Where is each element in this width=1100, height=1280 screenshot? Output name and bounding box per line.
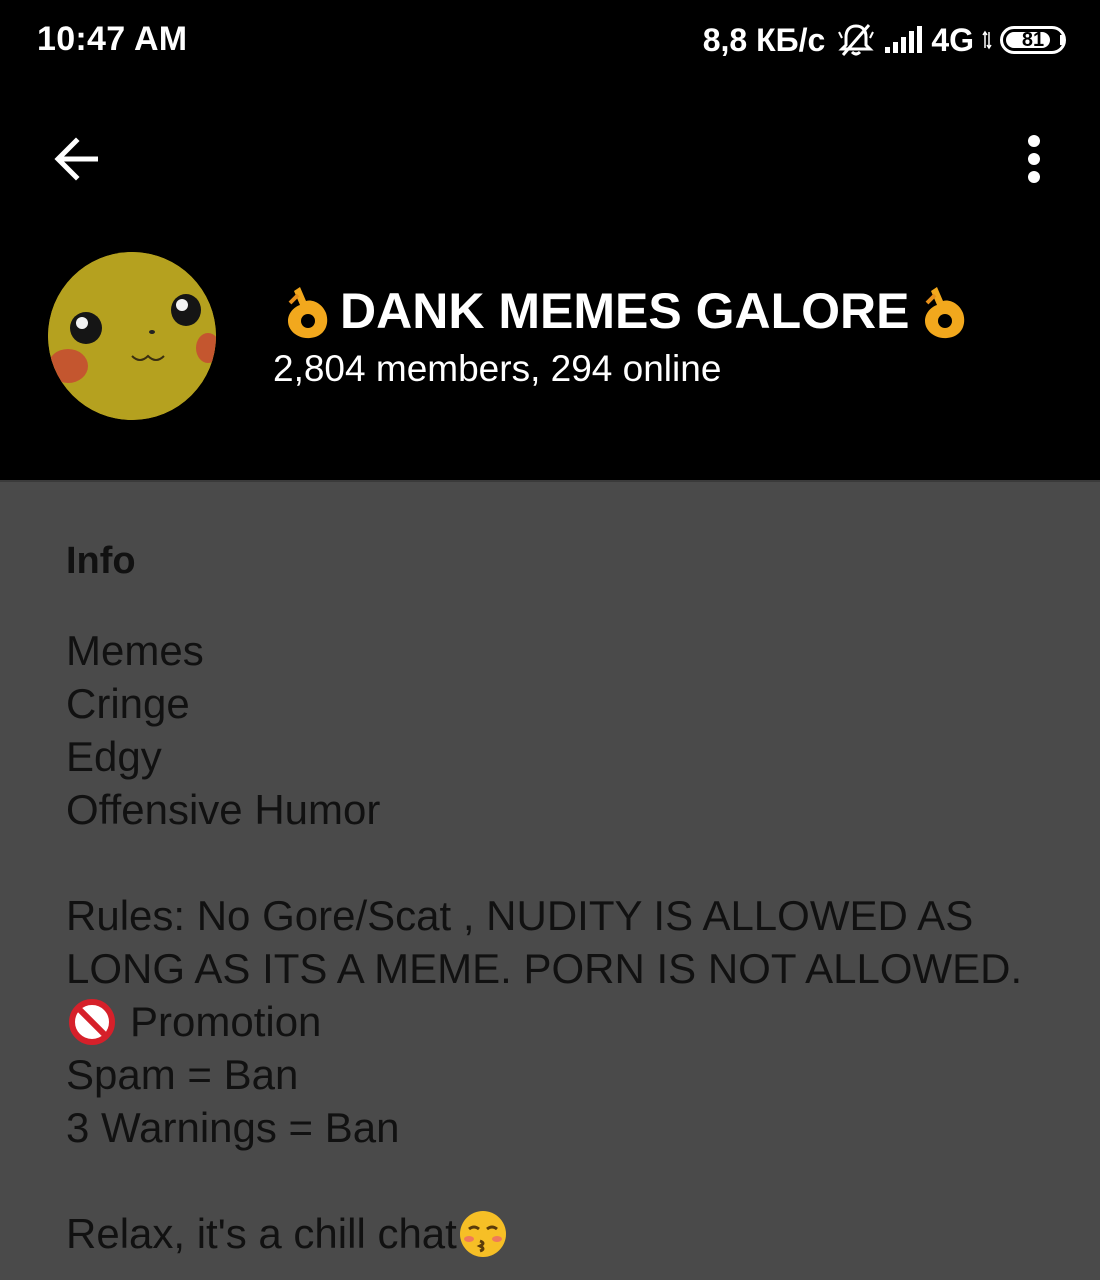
group-title: DANK MEMES GALORE: [340, 283, 910, 339]
status-indicators: 8,8 КБ/с 4G 81: [702, 20, 1066, 60]
promotion-line: Promotion: [66, 995, 1056, 1048]
info-line: Memes: [66, 627, 204, 674]
info-line: LONG AS ITS A MEME. PORN IS NOT ALLOWED.: [66, 945, 1023, 992]
member-count: 2,804 members, 294 online: [273, 348, 722, 389]
info-line: Edgy: [66, 733, 162, 780]
battery-level: 81: [1021, 28, 1045, 51]
promotion-text: Promotion: [130, 998, 322, 1045]
info-line: Cringe: [66, 680, 190, 727]
signal-icon: [883, 25, 923, 55]
prohibited-icon: [69, 998, 115, 1045]
status-time: 10:47 AM: [37, 20, 188, 58]
pikachu-face-avatar: [48, 252, 216, 420]
info-line: Spam = Ban: [66, 1051, 299, 1098]
relax-line: Relax, it's a chill chat: [66, 1207, 1056, 1260]
back-button[interactable]: [44, 126, 110, 192]
network-type: 4G: [931, 21, 974, 58]
group-avatar[interactable]: [48, 252, 216, 420]
more-vertical-icon: [1028, 135, 1040, 183]
alarm-off-icon: [837, 22, 875, 58]
relax-text: Relax, it's a chill chat: [66, 1210, 457, 1257]
network-speed: 8,8 КБ/с: [702, 21, 826, 58]
arrow-left-icon: [54, 137, 98, 181]
data-activity-icon: [982, 30, 992, 50]
more-options-button[interactable]: [1004, 126, 1064, 192]
screen: 10:47 AM 8,8 КБ/с 4G 81 DANK MEMES GALOR…: [0, 0, 1100, 1280]
info-description[interactable]: Memes Cringe Edgy Offensive Humor Rules:…: [66, 624, 1056, 1260]
kissing-face-icon: [459, 1210, 506, 1257]
info-line: 3 Warnings = Ban: [66, 1104, 400, 1151]
info-line: Offensive Humor: [66, 786, 381, 833]
group-title-row: DANK MEMES GALORE: [278, 276, 971, 346]
chat-header: DANK MEMES GALORE 2,804 members, 294 onl…: [0, 80, 1100, 480]
info-line: Rules: No Gore/Scat , NUDITY IS ALLOWED …: [66, 892, 974, 939]
info-section: Info Memes Cringe Edgy Offensive Humor R…: [0, 480, 1100, 1280]
info-heading: Info: [66, 540, 136, 582]
status-bar: 10:47 AM 8,8 КБ/с 4G 81: [0, 0, 1100, 80]
ok-hand-right-icon: [925, 287, 965, 339]
ok-hand-left-icon: [288, 287, 328, 339]
battery-icon: 81: [1000, 26, 1066, 54]
